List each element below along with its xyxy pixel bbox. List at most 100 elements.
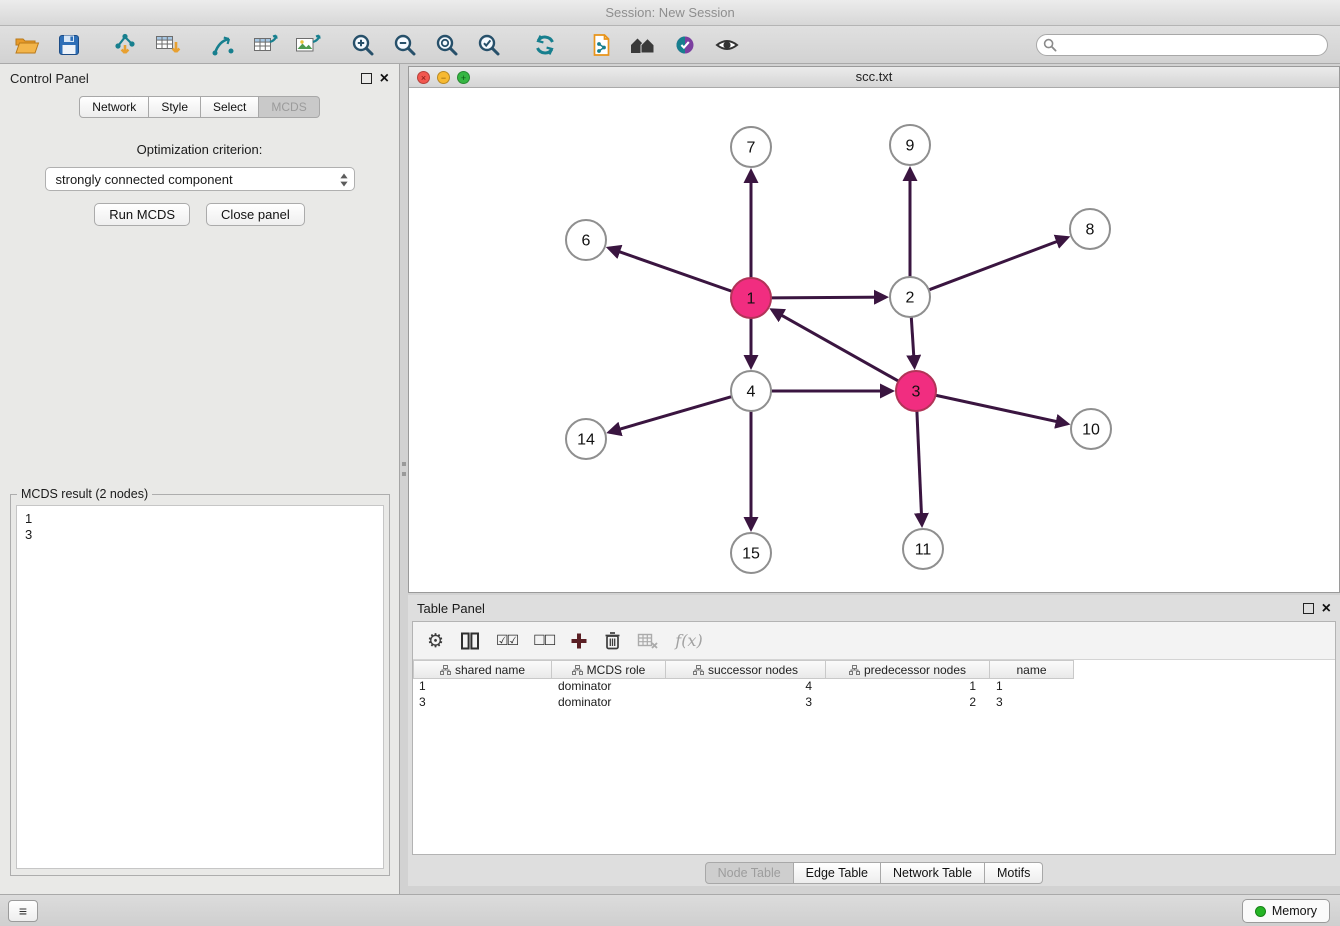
task-history-button[interactable]: ≡ — [8, 900, 38, 922]
network-window-titlebar[interactable]: × − + scc.txt — [409, 67, 1339, 88]
tab-edge-table[interactable]: Edge Table — [794, 862, 881, 884]
memory-status-icon — [1255, 906, 1266, 917]
graph-node-8[interactable]: 8 — [1070, 209, 1110, 249]
zoom-out-button[interactable] — [390, 30, 420, 60]
attribute-icon — [693, 665, 704, 675]
clone-network-button[interactable] — [586, 30, 616, 60]
cell-mcds-role: dominator — [552, 695, 666, 711]
graph-node-11[interactable]: 11 — [903, 529, 943, 569]
column-header-name[interactable]: name — [990, 660, 1074, 679]
function-builder-button[interactable]: f(x) — [675, 627, 702, 655]
open-folder-icon — [14, 34, 40, 56]
tab-network-table[interactable]: Network Table — [881, 862, 985, 884]
run-mcds-button[interactable]: Run MCDS — [94, 203, 190, 226]
status-bar: ≡ Memory — [0, 894, 1340, 926]
apply-style-button[interactable] — [670, 30, 700, 60]
add-column-button[interactable] — [570, 627, 588, 655]
float-table-panel-icon[interactable] — [1303, 603, 1314, 614]
edge-3-to-1[interactable] — [772, 310, 899, 381]
close-panel-icon[interactable]: × — [380, 73, 389, 84]
delete-table-button[interactable] — [637, 627, 659, 655]
float-panel-icon[interactable] — [361, 73, 372, 84]
column-label: predecessor nodes — [864, 663, 966, 677]
table-panel-title: Table Panel — [417, 601, 485, 616]
show-hide-button[interactable] — [712, 30, 742, 60]
mcds-result-list[interactable]: 1 3 — [16, 505, 384, 869]
edge-4-to-14[interactable] — [609, 397, 732, 433]
mcds-result-line: 3 — [25, 527, 375, 543]
edge-1-to-6[interactable] — [609, 248, 732, 291]
table-row[interactable]: 3 dominator 3 2 3 — [413, 695, 1335, 711]
save-session-button[interactable] — [54, 30, 84, 60]
network-graph[interactable]: 1 2 3 4 6 7 8 9 10 11 14 15 — [409, 88, 1339, 592]
graph-node-10[interactable]: 10 — [1071, 409, 1111, 449]
edge-2-to-3[interactable] — [911, 317, 914, 367]
node-label: 11 — [915, 542, 932, 559]
graph-node-14[interactable]: 14 — [566, 419, 606, 459]
edge-3-to-11[interactable] — [917, 411, 922, 525]
refresh-view-button[interactable] — [530, 30, 560, 60]
memory-button[interactable]: Memory — [1242, 899, 1330, 923]
control-panel-header: Control Panel × — [0, 64, 399, 92]
zoom-fit-button[interactable] — [432, 30, 462, 60]
graph-node-9[interactable]: 9 — [890, 125, 930, 165]
tab-style[interactable]: Style — [149, 96, 201, 118]
column-header-successor-nodes[interactable]: successor nodes — [666, 660, 826, 679]
export-image-button[interactable] — [292, 30, 322, 60]
tab-select[interactable]: Select — [201, 96, 259, 118]
network-window-title: scc.txt — [856, 69, 893, 84]
new-network-button[interactable] — [208, 30, 238, 60]
table-panel: Table Panel × ⚙ ☑☑ ☐☐ — [408, 595, 1340, 886]
new-network-icon — [210, 33, 236, 57]
view-group — [586, 30, 742, 60]
table-row[interactable]: 1 dominator 4 1 1 — [413, 679, 1335, 695]
window-controls: × − + — [417, 71, 470, 84]
import-table-button[interactable] — [152, 30, 182, 60]
close-window-icon[interactable]: × — [417, 71, 430, 84]
minimize-window-icon[interactable]: − — [437, 71, 450, 84]
close-table-panel-icon[interactable]: × — [1322, 603, 1331, 614]
edge-3-to-10[interactable] — [936, 395, 1068, 424]
graph-node-7[interactable]: 7 — [731, 127, 771, 167]
close-panel-button[interactable]: Close panel — [206, 203, 305, 226]
network-canvas[interactable]: 1 2 3 4 6 7 8 9 10 11 14 15 — [409, 88, 1339, 592]
column-header-shared-name[interactable]: shared name — [413, 660, 552, 679]
table-settings-button[interactable]: ⚙ — [427, 627, 444, 655]
open-session-button[interactable] — [12, 30, 42, 60]
tab-mcds[interactable]: MCDS — [259, 96, 319, 118]
cell-successor-nodes: 3 — [666, 695, 826, 711]
edge-1-to-2[interactable] — [771, 297, 886, 298]
import-table-icon — [154, 33, 181, 57]
show-hide-columns-button[interactable] — [460, 627, 480, 655]
tab-motifs[interactable]: Motifs — [985, 862, 1043, 884]
graph-node-1[interactable]: 1 — [731, 278, 771, 318]
column-header-mcds-role[interactable]: MCDS role — [552, 660, 666, 679]
edge-2-to-8[interactable] — [929, 237, 1068, 289]
tab-network[interactable]: Network — [79, 96, 149, 118]
export-table-button[interactable] — [250, 30, 280, 60]
column-header-predecessor-nodes[interactable]: predecessor nodes — [826, 660, 990, 679]
panel-splitter[interactable] — [400, 64, 408, 894]
maximize-window-icon[interactable]: + — [457, 71, 470, 84]
zoom-in-button[interactable] — [348, 30, 378, 60]
new-export-group — [208, 30, 322, 60]
graph-node-15[interactable]: 15 — [731, 533, 771, 573]
select-all-button[interactable]: ☑☑ — [496, 627, 517, 655]
network-document-icon — [589, 33, 613, 57]
graph-node-2[interactable]: 2 — [890, 277, 930, 317]
reset-home-button[interactable] — [628, 30, 658, 60]
criterion-dropdown[interactable]: strongly connected component — [45, 167, 355, 191]
deselect-all-button[interactable]: ☐☐ — [533, 627, 554, 655]
mcds-buttons: Run MCDS Close panel — [0, 203, 399, 226]
save-floppy-icon — [58, 34, 80, 56]
delete-column-button[interactable] — [604, 627, 621, 655]
graph-node-4[interactable]: 4 — [731, 371, 771, 411]
import-network-button[interactable] — [110, 30, 140, 60]
search-input[interactable] — [1036, 34, 1328, 56]
tab-node-table[interactable]: Node Table — [705, 862, 794, 884]
table-toolbar: ⚙ ☑☑ ☐☐ — [413, 622, 1335, 660]
zoom-selected-button[interactable] — [474, 30, 504, 60]
graph-node-6[interactable]: 6 — [566, 220, 606, 260]
splitter-grip-icon — [402, 462, 406, 466]
graph-node-3[interactable]: 3 — [896, 371, 936, 411]
